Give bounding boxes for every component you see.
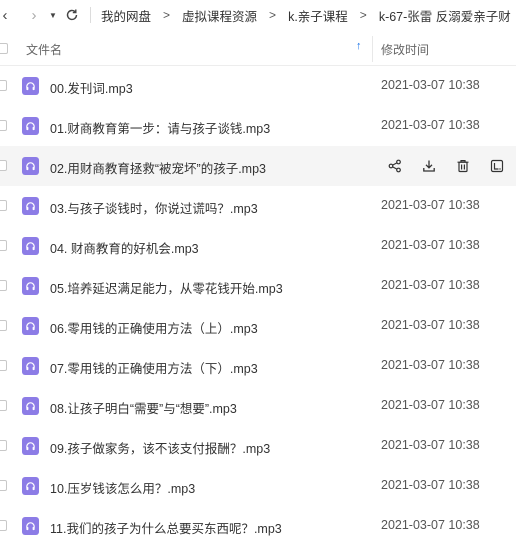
file-name[interactable]: 08.让孩子明白“需要”与“想要”.mp3 [50, 398, 237, 417]
file-row[interactable]: 04. 财商教育的好机会.mp3 2021-03-07 10:38 [0, 226, 516, 266]
select-all-checkbox[interactable] [0, 43, 8, 54]
breadcrumb-separator-icon: > [359, 8, 367, 22]
column-header-modified[interactable]: 修改时间 [381, 41, 429, 58]
column-header-name[interactable]: 文件名 [26, 41, 62, 58]
audio-file-icon [22, 77, 39, 95]
row-checkbox[interactable] [0, 280, 7, 291]
file-name[interactable]: 01.财商教育第一步：请与孩子谈钱.mp3 [50, 118, 270, 137]
breadcrumb-separator-icon: > [269, 8, 277, 22]
file-modified-date: 2021-03-07 10:38 [381, 278, 480, 292]
file-name[interactable]: 03.与孩子谈钱时，你说过谎吗？.mp3 [50, 198, 258, 217]
audio-file-icon [22, 197, 39, 215]
file-row[interactable]: 01.财商教育第一步：请与孩子谈钱.mp3 2021-03-07 10:38 [0, 106, 516, 146]
list-header: 文件名 ↑ 修改时间 [0, 30, 516, 66]
file-modified-date: 2021-03-07 10:38 [381, 398, 480, 412]
audio-file-icon [22, 317, 39, 335]
breadcrumb-current[interactable]: k-67-张雷 反溺爱亲子财 [379, 6, 511, 25]
file-row[interactable]: 05.培养延迟满足能力，从零花钱开始.mp3 2021-03-07 10:38 [0, 266, 516, 306]
navigation-bar: ‹ › ▼ 我的网盘 > 虚拟课程资源 > k.亲子课程 > k-67-张雷 反… [0, 0, 516, 30]
sort-ascending-icon[interactable]: ↑ [356, 40, 362, 52]
file-row[interactable]: 09.孩子做家务，该不该支付报酬？.mp3 2021-03-07 10:38 [0, 426, 516, 466]
file-modified-date: 2021-03-07 10:38 [381, 438, 480, 452]
file-modified-date: 2021-03-07 10:38 [381, 118, 480, 132]
file-name[interactable]: 09.孩子做家务，该不该支付报酬？.mp3 [50, 438, 270, 457]
download-icon[interactable] [412, 154, 446, 178]
row-checkbox[interactable] [0, 480, 7, 491]
row-checkbox[interactable] [0, 200, 7, 211]
file-row[interactable]: 07.零用钱的正确使用方法（下）.mp3 2021-03-07 10:38 [0, 346, 516, 386]
file-modified-date: 2021-03-07 10:38 [381, 478, 480, 492]
file-modified-date: 2021-03-07 10:38 [381, 238, 480, 252]
back-icon[interactable]: ‹ [0, 0, 12, 30]
file-row[interactable]: 08.让孩子明白“需要”与“想要”.mp3 2021-03-07 10:38 [0, 386, 516, 426]
audio-file-icon [22, 397, 39, 415]
file-name[interactable]: 10.压岁钱该怎么用？.mp3 [50, 478, 195, 497]
share-icon[interactable] [378, 154, 412, 178]
forward-icon[interactable]: › [26, 0, 42, 30]
row-checkbox[interactable] [0, 320, 7, 331]
row-checkbox[interactable] [0, 400, 7, 411]
breadcrumb-item[interactable]: k.亲子课程 [288, 6, 348, 25]
file-modified-date: 2021-03-07 10:38 [381, 318, 480, 332]
file-modified-date: 2021-03-07 10:38 [381, 78, 480, 92]
breadcrumb-item[interactable]: 我的网盘 [101, 6, 151, 25]
row-checkbox[interactable] [0, 520, 7, 531]
audio-file-icon [22, 117, 39, 135]
row-checkbox[interactable] [0, 240, 7, 251]
file-modified-date: 2021-03-07 10:38 [381, 198, 480, 212]
file-name[interactable]: 06.零用钱的正确使用方法（上）.mp3 [50, 318, 258, 337]
row-checkbox[interactable] [0, 120, 7, 131]
more-icon[interactable] [480, 154, 514, 178]
file-modified-date: 2021-03-07 10:38 [381, 518, 480, 532]
file-name[interactable]: 11.我们的孩子为什么总要买东西呢？.mp3 [50, 518, 282, 537]
delete-icon[interactable] [446, 154, 480, 178]
file-name[interactable]: 07.零用钱的正确使用方法（下）.mp3 [50, 358, 258, 377]
toolbar-divider [90, 7, 91, 23]
breadcrumb-item[interactable]: 虚拟课程资源 [182, 6, 257, 25]
file-name[interactable]: 05.培养延迟满足能力，从零花钱开始.mp3 [50, 278, 283, 297]
audio-file-icon [22, 517, 39, 535]
row-actions [378, 154, 514, 178]
audio-file-icon [22, 237, 39, 255]
audio-file-icon [22, 437, 39, 455]
audio-file-icon [22, 157, 39, 175]
file-name[interactable]: 00.发刊词.mp3 [50, 78, 133, 97]
file-modified-date: 2021-03-07 10:38 [381, 358, 480, 372]
row-checkbox[interactable] [0, 440, 7, 451]
row-checkbox[interactable] [0, 80, 7, 91]
history-dropdown-icon[interactable]: ▼ [48, 0, 58, 30]
audio-file-icon [22, 357, 39, 375]
row-checkbox[interactable] [0, 360, 7, 371]
column-divider[interactable] [372, 36, 373, 62]
audio-file-icon [22, 477, 39, 495]
row-checkbox[interactable] [0, 160, 7, 171]
file-row[interactable]: 00.发刊词.mp3 2021-03-07 10:38 [0, 66, 516, 106]
file-row[interactable]: 02.用财商教育拯救“被宠坏”的孩子.mp3 [0, 146, 516, 186]
refresh-icon[interactable] [64, 0, 80, 30]
file-name[interactable]: 04. 财商教育的好机会.mp3 [50, 238, 199, 257]
audio-file-icon [22, 277, 39, 295]
file-row[interactable]: 06.零用钱的正确使用方法（上）.mp3 2021-03-07 10:38 [0, 306, 516, 346]
breadcrumb-separator-icon: > [163, 8, 171, 22]
file-row[interactable]: 11.我们的孩子为什么总要买东西呢？.mp3 2021-03-07 10:38 [0, 506, 516, 546]
file-row[interactable]: 03.与孩子谈钱时，你说过谎吗？.mp3 2021-03-07 10:38 [0, 186, 516, 226]
file-row[interactable]: 10.压岁钱该怎么用？.mp3 2021-03-07 10:38 [0, 466, 516, 506]
file-name[interactable]: 02.用财商教育拯救“被宠坏”的孩子.mp3 [50, 158, 266, 177]
